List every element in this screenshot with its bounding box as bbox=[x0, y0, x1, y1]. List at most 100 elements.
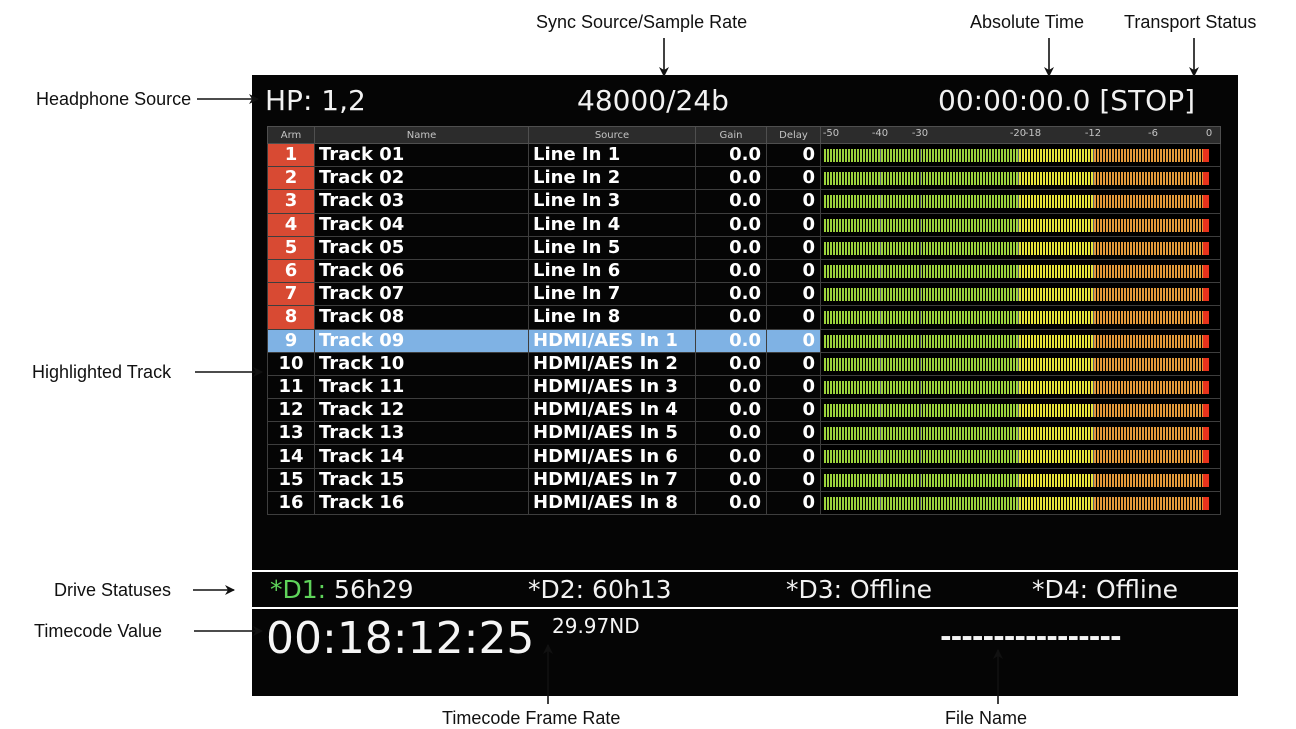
track-row[interactable]: 7 Track 07 Line In 7 0.0 0 bbox=[267, 282, 1221, 307]
arm-button[interactable]: 12 bbox=[267, 398, 315, 423]
track-delay[interactable]: 0 bbox=[766, 212, 821, 237]
track-name[interactable]: Track 07 bbox=[314, 282, 529, 307]
track-delay[interactable]: 0 bbox=[766, 189, 821, 214]
track-source[interactable]: Line In 8 bbox=[528, 305, 696, 330]
arm-button[interactable]: 5 bbox=[267, 235, 315, 260]
track-gain[interactable]: 0.0 bbox=[695, 258, 767, 284]
track-source[interactable]: HDMI/AES In 6 bbox=[528, 444, 696, 469]
col-name-header[interactable]: Name bbox=[314, 126, 529, 144]
track-source[interactable]: HDMI/AES In 8 bbox=[528, 490, 696, 516]
col-arm-header[interactable]: Arm bbox=[267, 126, 315, 144]
track-gain[interactable]: 0.0 bbox=[695, 398, 767, 423]
track-name[interactable]: Track 12 bbox=[314, 398, 529, 423]
arm-button[interactable]: 1 bbox=[267, 142, 315, 168]
track-name[interactable]: Track 13 bbox=[314, 421, 529, 446]
track-row[interactable]: 12 Track 12 HDMI/AES In 4 0.0 0 bbox=[267, 398, 1221, 423]
track-gain[interactable]: 0.0 bbox=[695, 305, 767, 330]
track-name[interactable]: Track 14 bbox=[314, 444, 529, 469]
track-gain[interactable]: 0.0 bbox=[695, 235, 767, 260]
track-row[interactable]: 15 Track 15 HDMI/AES In 7 0.0 0 bbox=[267, 467, 1221, 492]
track-gain[interactable]: 0.0 bbox=[695, 490, 767, 516]
track-name[interactable]: Track 03 bbox=[314, 189, 529, 214]
arm-button[interactable]: 11 bbox=[267, 374, 315, 400]
track-source[interactable]: HDMI/AES In 5 bbox=[528, 421, 696, 446]
track-delay[interactable]: 0 bbox=[766, 467, 821, 492]
col-delay-header[interactable]: Delay bbox=[766, 126, 821, 144]
track-source[interactable]: HDMI/AES In 2 bbox=[528, 351, 696, 376]
track-row[interactable]: 11 Track 11 HDMI/AES In 3 0.0 0 bbox=[267, 374, 1221, 400]
track-name[interactable]: Track 02 bbox=[314, 166, 529, 191]
arm-button[interactable]: 3 bbox=[267, 189, 315, 214]
track-gain[interactable]: 0.0 bbox=[695, 142, 767, 168]
track-gain[interactable]: 0.0 bbox=[695, 374, 767, 400]
arm-button[interactable]: 13 bbox=[267, 421, 315, 446]
track-name[interactable]: Track 08 bbox=[314, 305, 529, 330]
arm-button[interactable]: 15 bbox=[267, 467, 315, 492]
track-gain[interactable]: 0.0 bbox=[695, 351, 767, 376]
track-row[interactable]: 8 Track 08 Line In 8 0.0 0 bbox=[267, 305, 1221, 330]
arm-button[interactable]: 6 bbox=[267, 258, 315, 284]
track-row[interactable]: 5 Track 05 Line In 5 0.0 0 bbox=[267, 235, 1221, 260]
track-source[interactable]: HDMI/AES In 3 bbox=[528, 374, 696, 400]
track-gain[interactable]: 0.0 bbox=[695, 421, 767, 446]
track-name[interactable]: Track 16 bbox=[314, 490, 529, 516]
track-row[interactable]: 4 Track 04 Line In 4 0.0 0 bbox=[267, 212, 1221, 237]
arm-button[interactable]: 9 bbox=[267, 328, 315, 353]
track-gain[interactable]: 0.0 bbox=[695, 467, 767, 492]
track-row[interactable]: 14 Track 14 HDMI/AES In 6 0.0 0 bbox=[267, 444, 1221, 469]
col-gain-header[interactable]: Gain bbox=[695, 126, 767, 144]
track-source[interactable]: HDMI/AES In 1 bbox=[528, 328, 696, 353]
arm-button[interactable]: 16 bbox=[267, 490, 315, 516]
track-delay[interactable]: 0 bbox=[766, 421, 821, 446]
track-source[interactable]: Line In 5 bbox=[528, 235, 696, 260]
track-row[interactable]: 16 Track 16 HDMI/AES In 8 0.0 0 bbox=[267, 490, 1221, 516]
track-delay[interactable]: 0 bbox=[766, 166, 821, 191]
track-source[interactable]: Line In 3 bbox=[528, 189, 696, 214]
track-delay[interactable]: 0 bbox=[766, 305, 821, 330]
arm-button[interactable]: 2 bbox=[267, 166, 315, 191]
track-gain[interactable]: 0.0 bbox=[695, 166, 767, 191]
track-delay[interactable]: 0 bbox=[766, 328, 821, 353]
track-gain[interactable]: 0.0 bbox=[695, 328, 767, 353]
track-delay[interactable]: 0 bbox=[766, 235, 821, 260]
track-gain[interactable]: 0.0 bbox=[695, 212, 767, 237]
track-source[interactable]: Line In 1 bbox=[528, 142, 696, 168]
arm-button[interactable]: 10 bbox=[267, 351, 315, 376]
track-source[interactable]: Line In 7 bbox=[528, 282, 696, 307]
track-row[interactable]: 13 Track 13 HDMI/AES In 5 0.0 0 bbox=[267, 421, 1221, 446]
track-source[interactable]: Line In 4 bbox=[528, 212, 696, 237]
arm-button[interactable]: 14 bbox=[267, 444, 315, 469]
track-row[interactable]: 1 Track 01 Line In 1 0.0 0 bbox=[267, 142, 1221, 168]
track-name[interactable]: Track 01 bbox=[314, 142, 529, 168]
track-gain[interactable]: 0.0 bbox=[695, 189, 767, 214]
track-delay[interactable]: 0 bbox=[766, 374, 821, 400]
track-row[interactable]: 9 Track 09 HDMI/AES In 1 0.0 0 bbox=[267, 328, 1221, 353]
arm-button[interactable]: 7 bbox=[267, 282, 315, 307]
track-gain[interactable]: 0.0 bbox=[695, 444, 767, 469]
track-row[interactable]: 3 Track 03 Line In 3 0.0 0 bbox=[267, 189, 1221, 214]
track-delay[interactable]: 0 bbox=[766, 258, 821, 284]
track-row[interactable]: 6 Track 06 Line In 6 0.0 0 bbox=[267, 258, 1221, 284]
track-name[interactable]: Track 04 bbox=[314, 212, 529, 237]
track-source[interactable]: Line In 2 bbox=[528, 166, 696, 191]
track-delay[interactable]: 0 bbox=[766, 444, 821, 469]
track-name[interactable]: Track 11 bbox=[314, 374, 529, 400]
col-source-header[interactable]: Source bbox=[528, 126, 696, 144]
track-delay[interactable]: 0 bbox=[766, 490, 821, 516]
track-row[interactable]: 10 Track 10 HDMI/AES In 2 0.0 0 bbox=[267, 351, 1221, 376]
track-delay[interactable]: 0 bbox=[766, 351, 821, 376]
track-source[interactable]: HDMI/AES In 4 bbox=[528, 398, 696, 423]
arm-button[interactable]: 8 bbox=[267, 305, 315, 330]
track-name[interactable]: Track 15 bbox=[314, 467, 529, 492]
track-delay[interactable]: 0 bbox=[766, 142, 821, 168]
track-delay[interactable]: 0 bbox=[766, 398, 821, 423]
track-name[interactable]: Track 05 bbox=[314, 235, 529, 260]
track-name[interactable]: Track 09 bbox=[314, 328, 529, 353]
track-row[interactable]: 2 Track 02 Line In 2 0.0 0 bbox=[267, 166, 1221, 191]
arm-button[interactable]: 4 bbox=[267, 212, 315, 237]
track-source[interactable]: Line In 6 bbox=[528, 258, 696, 284]
track-source[interactable]: HDMI/AES In 7 bbox=[528, 467, 696, 492]
track-name[interactable]: Track 06 bbox=[314, 258, 529, 284]
track-name[interactable]: Track 10 bbox=[314, 351, 529, 376]
track-gain[interactable]: 0.0 bbox=[695, 282, 767, 307]
